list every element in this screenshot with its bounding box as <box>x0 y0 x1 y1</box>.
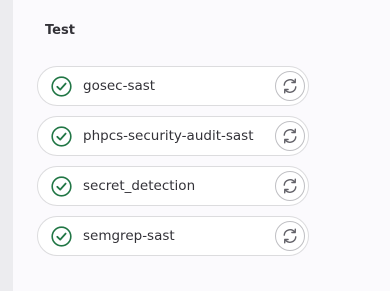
retry-icon <box>283 78 297 94</box>
stage-title: Test <box>45 23 75 38</box>
job-item-phpcs-security-audit-sast[interactable]: phpcs-security-audit-sast <box>37 116 309 156</box>
status-success-icon <box>51 226 72 247</box>
retry-icon <box>283 178 297 194</box>
retry-icon <box>283 228 297 244</box>
job-name: semgrep-sast <box>83 228 175 244</box>
status-success-icon <box>51 126 72 147</box>
retry-button[interactable] <box>275 121 305 151</box>
job-name: phpcs-security-audit-sast <box>83 128 254 144</box>
retry-button[interactable] <box>275 221 305 251</box>
job-item-semgrep-sast[interactable]: semgrep-sast <box>37 216 309 256</box>
job-item-gosec-sast[interactable]: gosec-sast <box>37 66 309 106</box>
retry-icon <box>283 128 297 144</box>
job-name: secret_detection <box>83 178 196 194</box>
retry-button[interactable] <box>275 171 305 201</box>
retry-button[interactable] <box>275 71 305 101</box>
job-name: gosec-sast <box>83 78 156 94</box>
status-success-icon <box>51 76 72 97</box>
job-item-secret-detection[interactable]: secret_detection <box>37 166 309 206</box>
job-list: gosec-sast phpcs-security-audit-sast sec… <box>37 66 309 266</box>
status-success-icon <box>51 176 72 197</box>
